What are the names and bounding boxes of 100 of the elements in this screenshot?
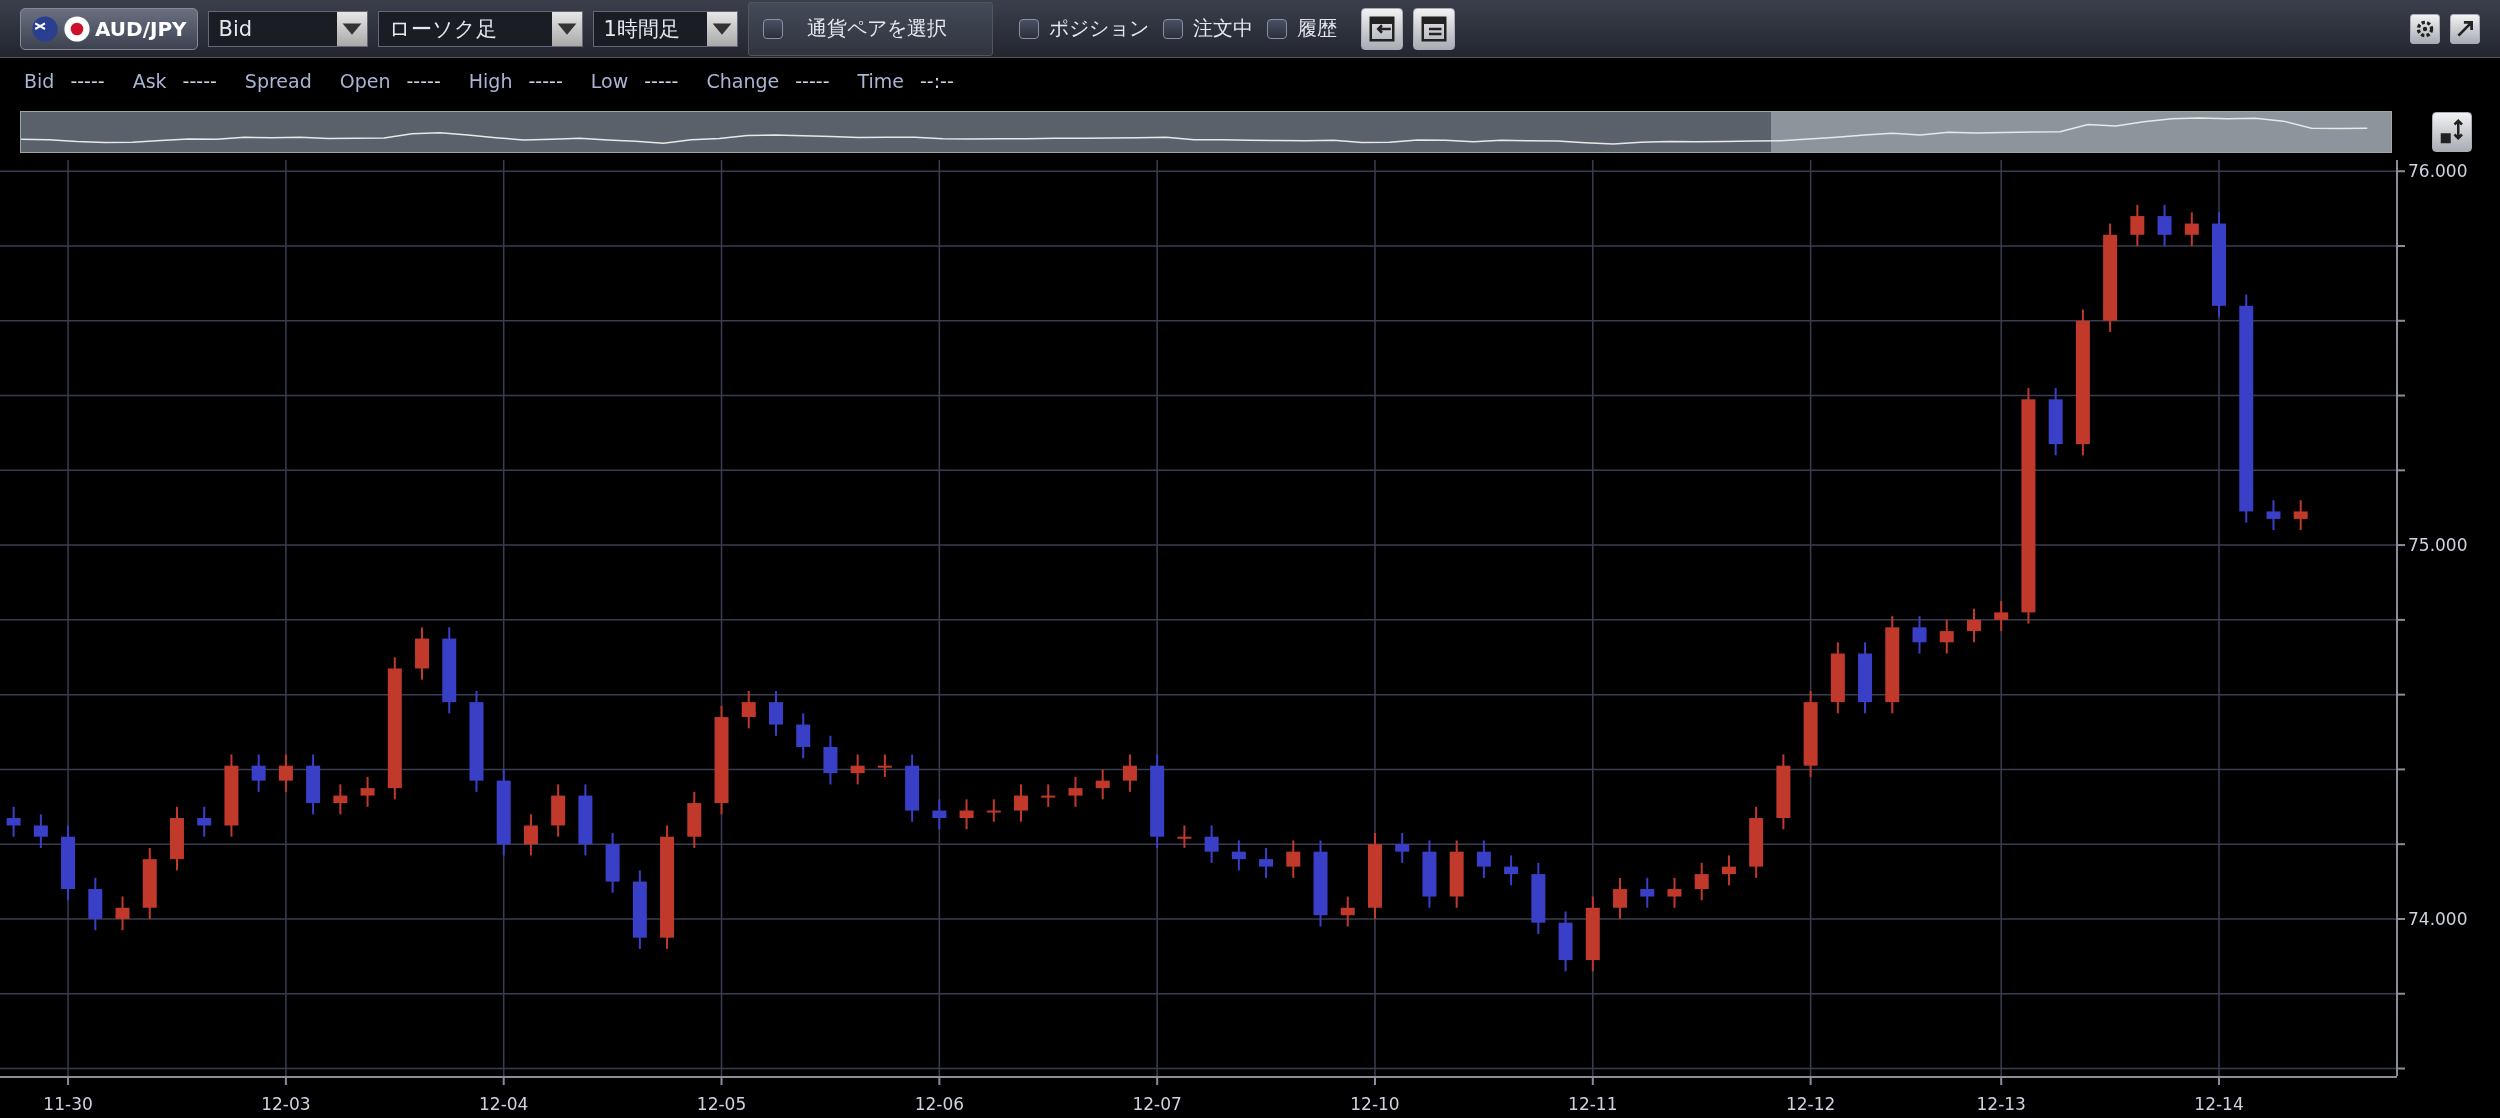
info-label: Spread	[244, 70, 312, 92]
candlestick	[1286, 839, 1301, 879]
dropdown[interactable]: Bid	[207, 10, 368, 47]
info-value: -----	[70, 70, 105, 92]
candlestick	[932, 798, 947, 831]
candlestick	[959, 798, 974, 831]
candlestick	[1504, 854, 1519, 887]
window-icon-button[interactable]	[1360, 7, 1403, 50]
candlestick	[1667, 876, 1682, 909]
candlestick	[306, 753, 321, 816]
candlestick	[1449, 839, 1464, 909]
info-value: --:--	[920, 70, 954, 92]
info-value: -----	[528, 70, 563, 92]
candlestick	[1395, 832, 1410, 864]
checkbox[interactable]	[762, 18, 783, 39]
candlestick	[33, 813, 48, 849]
info-label: Bid	[24, 70, 55, 92]
info-label: High	[468, 70, 513, 92]
x-axis-label: 12-03	[261, 1094, 311, 1114]
candlestick	[2130, 203, 2145, 247]
candlestick	[1613, 876, 1627, 920]
candlestick	[1967, 607, 1981, 644]
x-axis-label: 12-13	[1976, 1094, 2026, 1114]
candlestick	[360, 775, 375, 808]
candlestick	[1122, 753, 1137, 793]
info-label: Low	[590, 70, 629, 92]
candlestick	[1014, 783, 1028, 823]
candlestick	[1041, 783, 1056, 808]
checkbox[interactable]	[1266, 18, 1287, 39]
candlestick	[1204, 824, 1219, 864]
caret-icon	[551, 11, 582, 46]
x-axis-label: 12-04	[479, 1094, 529, 1114]
candlestick	[1259, 846, 1274, 879]
info-label: Ask	[132, 70, 167, 92]
candlestick	[1422, 839, 1437, 909]
checkbox[interactable]	[1018, 18, 1039, 39]
candlestick	[1939, 618, 1954, 655]
info-value: -----	[795, 70, 830, 92]
flag-icon	[63, 14, 91, 43]
candlestick	[551, 783, 566, 838]
y-axis-label: 74.000	[2408, 908, 2468, 929]
candlestick	[278, 753, 293, 793]
candlestick	[1694, 861, 1709, 902]
candlestick	[769, 689, 783, 737]
candlestick	[823, 734, 838, 786]
x-axis-label: 12-07	[1132, 1094, 1182, 1114]
candlestick	[2157, 203, 2172, 247]
checkbox-label[interactable]: 注文中	[1162, 15, 1253, 42]
checkbox[interactable]	[1162, 18, 1183, 39]
candlestick	[605, 832, 620, 894]
caret-icon	[706, 11, 737, 46]
candlestick	[6, 805, 21, 838]
resize-button[interactable]	[2432, 112, 2472, 152]
candlestick	[850, 753, 865, 786]
candlestick	[1068, 775, 1083, 808]
pair-picker-button[interactable]: 通貨ペアを選択	[747, 1, 993, 56]
candlestick	[796, 712, 811, 760]
y-axis-label: 75.000	[2408, 535, 2468, 556]
window-icon-button[interactable]	[1412, 7, 1455, 50]
checkbox-label[interactable]: 履歴	[1266, 15, 1337, 42]
caret-icon	[336, 11, 367, 46]
x-axis-label: 11-30	[43, 1094, 93, 1114]
flag-icon	[31, 14, 59, 43]
maximize-button[interactable]	[2450, 13, 2480, 44]
info-label: Time	[857, 70, 904, 92]
candlestick	[197, 805, 212, 838]
candlestick	[687, 790, 702, 849]
candlestick	[1994, 600, 2009, 633]
y-axis-label: 76.000	[2408, 161, 2468, 182]
dropdown[interactable]: ローソク足	[377, 10, 583, 47]
currency-pair-button[interactable]: AUD/JPY	[20, 7, 198, 50]
candlestick	[1558, 910, 1573, 973]
candlestick	[905, 753, 920, 823]
candlestick	[1912, 615, 1927, 655]
candlestick	[170, 805, 184, 872]
candlestick	[877, 753, 892, 778]
settings-button[interactable]	[2410, 13, 2440, 44]
x-axis-label: 12-12	[1785, 1094, 1836, 1114]
x-axis-label: 12-11	[1568, 1094, 1618, 1114]
x-axis-label: 12-05	[696, 1094, 747, 1114]
candlestick	[2184, 211, 2199, 247]
x-axis-label: 12-06	[914, 1094, 965, 1114]
candlestick	[1095, 768, 1110, 801]
candlestick	[2266, 499, 2281, 532]
x-axis-label: 12-14	[2194, 1094, 2244, 1114]
chart-navigator[interactable]	[20, 111, 2392, 153]
candlestick	[2048, 387, 2063, 457]
candlestick	[1231, 839, 1246, 872]
candlestick	[1640, 876, 1655, 909]
info-label: Change	[706, 70, 780, 92]
candlestick	[1476, 839, 1491, 879]
dropdown[interactable]: 1時間足	[592, 10, 738, 47]
checkbox-label[interactable]: ポジション	[1018, 15, 1149, 42]
info-value: -----	[644, 70, 679, 92]
candlestick	[415, 626, 429, 681]
candlestick	[741, 689, 756, 730]
candlestick	[115, 895, 130, 932]
info-value: -----	[182, 70, 217, 92]
candlestick	[333, 783, 348, 816]
candlestick	[523, 813, 538, 857]
